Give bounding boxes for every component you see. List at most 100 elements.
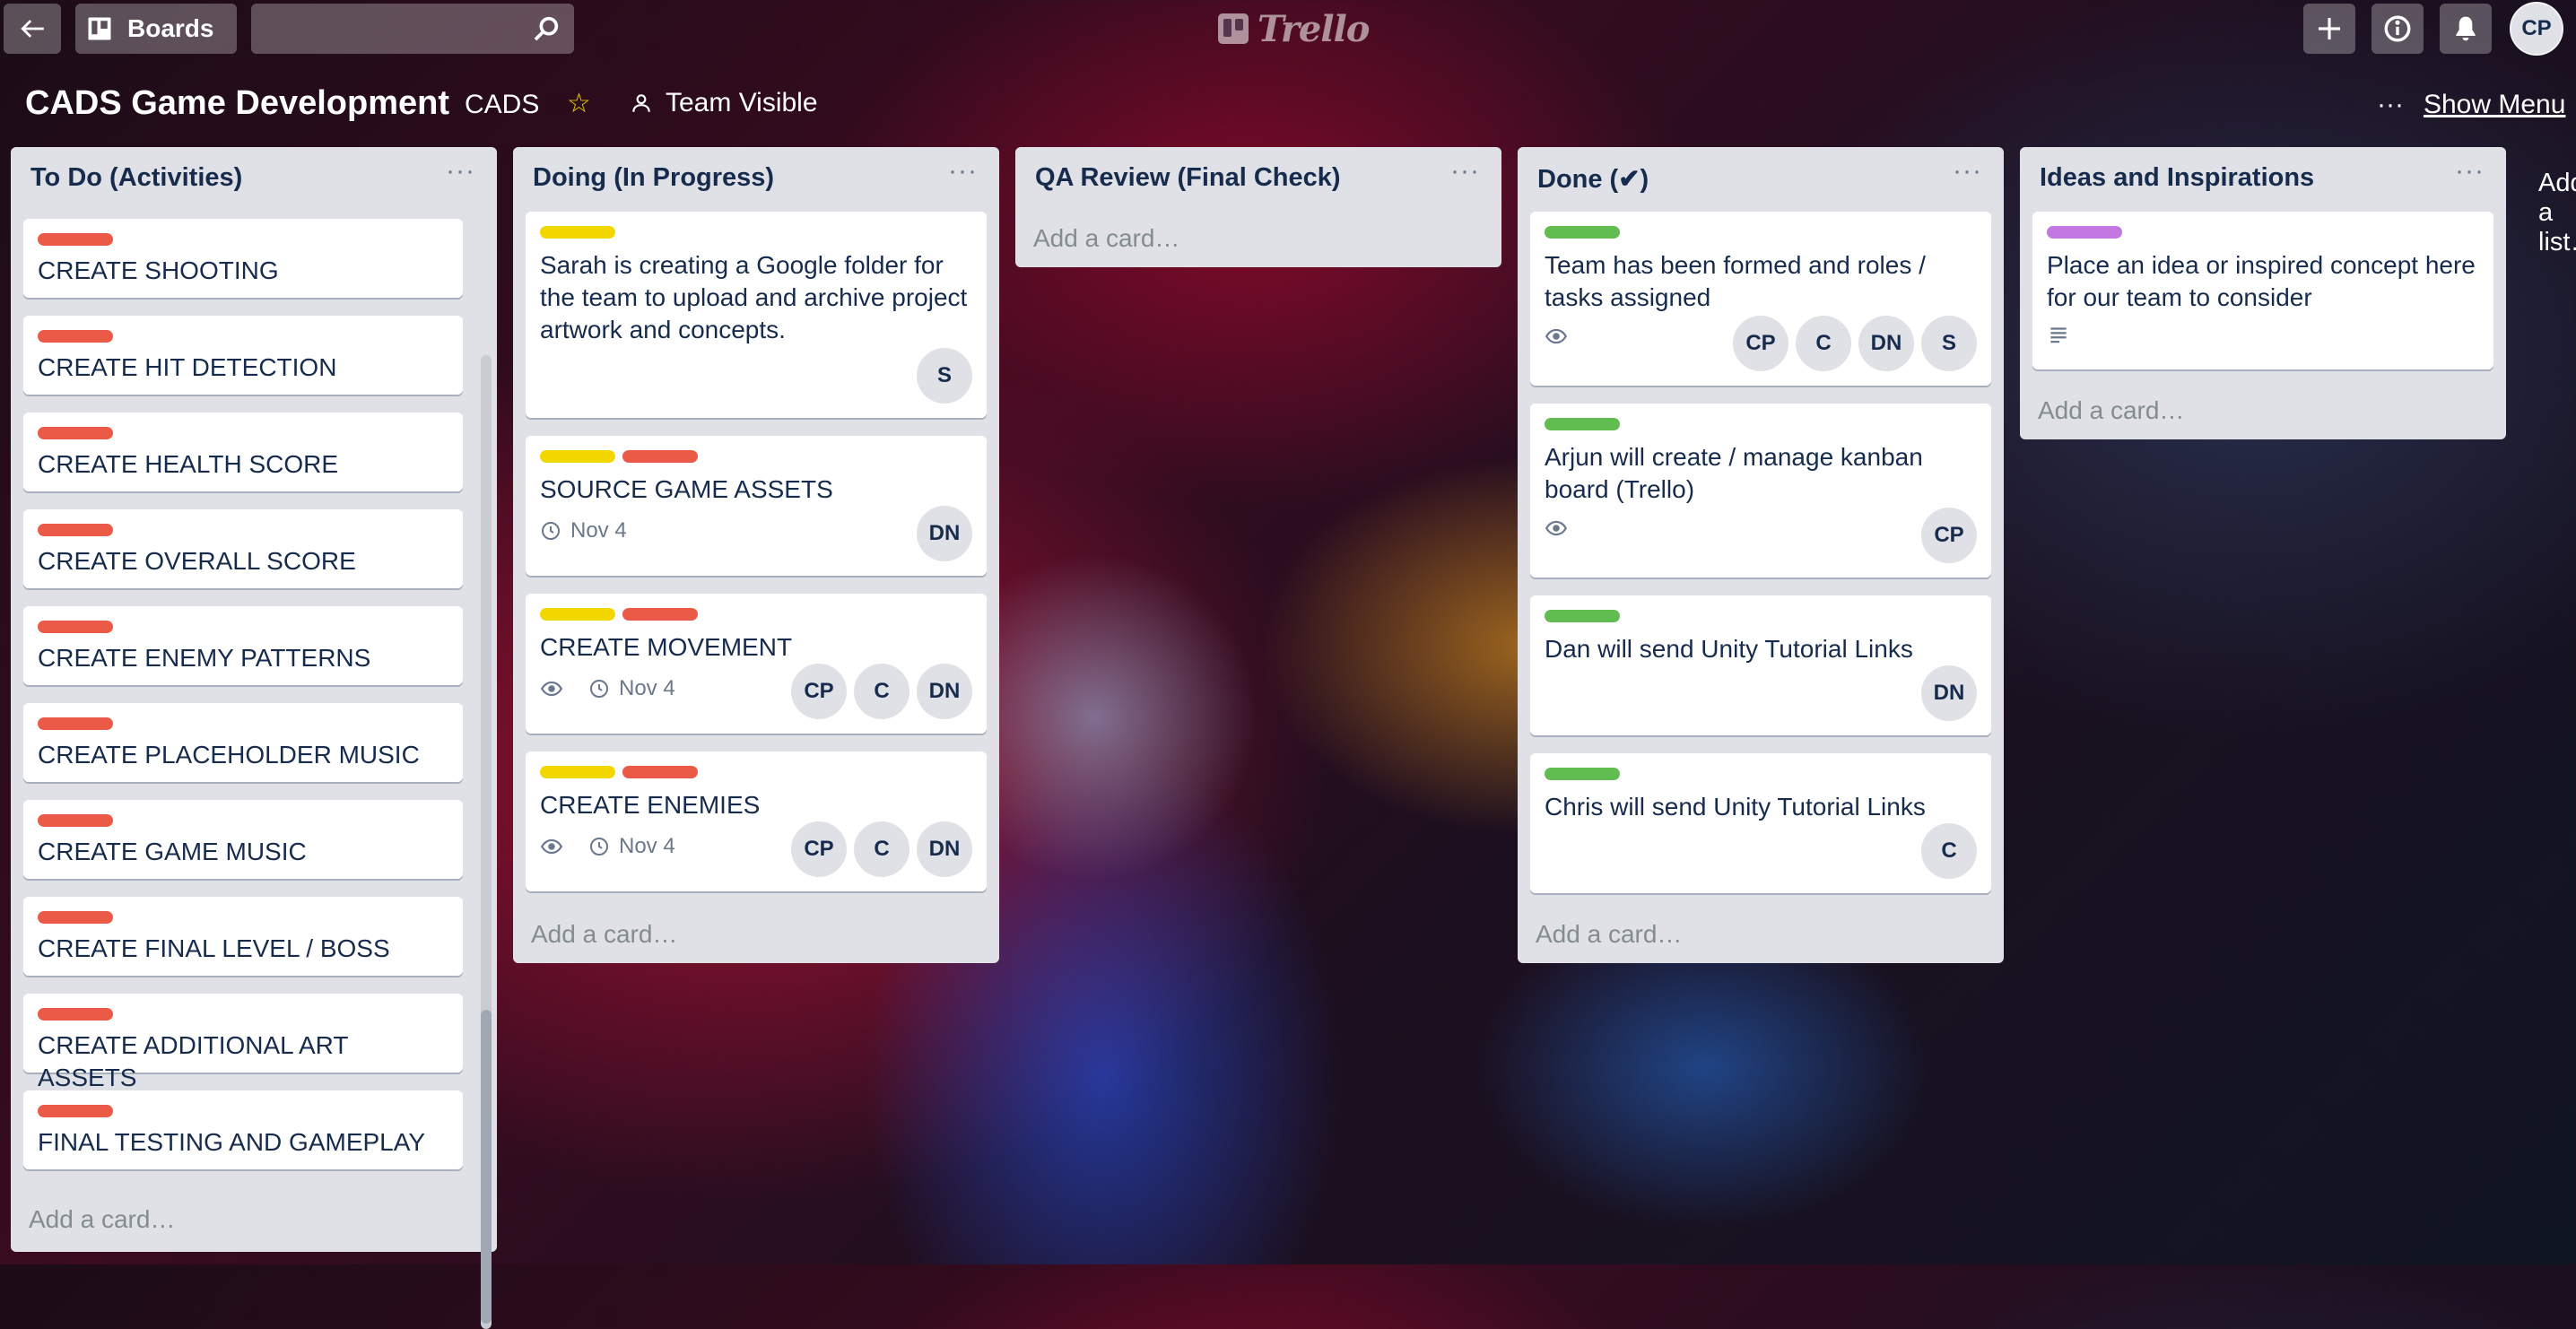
list-menu-icon[interactable]: ··· xyxy=(1953,156,1982,187)
card[interactable]: CREATE OVERALL SCORE xyxy=(23,509,463,588)
clock-icon xyxy=(542,522,560,540)
member-avatar[interactable]: CP xyxy=(791,821,847,877)
more-dots-icon: ··· xyxy=(2377,90,2404,119)
trello-logo-icon xyxy=(1218,13,1249,44)
list-menu-icon[interactable]: ··· xyxy=(1450,156,1480,187)
member-avatar[interactable]: C xyxy=(854,821,909,877)
list-header[interactable]: QA Review (Final Check) ··· xyxy=(1015,147,1501,208)
card[interactable]: CREATE GAME MUSIC xyxy=(23,800,463,879)
red-label xyxy=(38,911,113,924)
card[interactable]: CREATE MOVEMENT Nov 4 CP C DN xyxy=(526,594,987,734)
search-icon[interactable] xyxy=(531,13,561,44)
star-icon[interactable]: ☆ xyxy=(567,88,591,119)
member-avatar[interactable]: S xyxy=(917,348,972,404)
back-button[interactable] xyxy=(4,4,61,54)
add-card-button[interactable]: Add a card… xyxy=(531,920,677,949)
green-label xyxy=(1545,610,1620,622)
card-title: CREATE PLACEHOLDER MUSIC xyxy=(38,741,420,769)
list-title[interactable]: Ideas and Inspirations xyxy=(2040,163,2314,193)
list-menu-icon[interactable]: ··· xyxy=(2455,156,2485,187)
show-menu-link[interactable]: Show Menu xyxy=(2424,90,2565,120)
member-avatar[interactable]: CP xyxy=(1733,316,1788,371)
trello-logo[interactable]: Trello xyxy=(1218,5,1370,52)
info-button[interactable] xyxy=(2371,4,2424,54)
list-header[interactable]: To Do (Activities) ··· xyxy=(11,147,497,208)
show-menu[interactable]: ··· Show Menu xyxy=(2377,90,2565,120)
member-avatar[interactable]: CP xyxy=(791,664,847,719)
card[interactable]: Team has been formed and roles / tasks a… xyxy=(1530,212,1991,386)
card-members: CP xyxy=(1921,508,1977,563)
red-label xyxy=(38,814,113,827)
list-menu-icon[interactable]: ··· xyxy=(446,156,475,187)
description-icon xyxy=(2050,327,2067,343)
card[interactable]: CREATE ENEMIES Nov 4 CP C DN xyxy=(526,751,987,891)
card[interactable]: CREATE PLACEHOLDER MUSIC xyxy=(23,703,463,782)
red-label xyxy=(38,621,113,633)
search-input[interactable] xyxy=(262,11,517,48)
card[interactable]: CREATE HEALTH SCORE xyxy=(23,413,463,491)
add-card-button[interactable]: Add a card… xyxy=(2038,396,2184,425)
member-avatar[interactable]: DN xyxy=(1858,316,1914,371)
boards-label: Boards xyxy=(127,14,214,42)
list-title[interactable]: QA Review (Final Check) xyxy=(1035,163,1341,193)
card[interactable]: CREATE ENEMY PATTERNS xyxy=(23,606,463,685)
list-header[interactable]: Doing (In Progress) ··· xyxy=(513,147,999,208)
due-date-badge: Nov 4 xyxy=(540,518,627,543)
card[interactable]: Arjun will create / manage kanban board … xyxy=(1530,404,1991,578)
top-nav-bar: Boards Trello CP xyxy=(0,0,2576,57)
yellow-label xyxy=(540,766,615,778)
card-title: CREATE SHOOTING xyxy=(38,256,279,284)
card[interactable]: CREATE FINAL LEVEL / BOSS xyxy=(23,897,463,976)
member-avatar[interactable]: CP xyxy=(1921,508,1977,563)
add-card-button[interactable]: Add a card… xyxy=(29,1205,175,1234)
scrollbar-thumb[interactable] xyxy=(481,1010,492,1324)
back-arrow-icon xyxy=(21,20,44,38)
card-members: S xyxy=(917,348,972,404)
add-card-button[interactable]: Add a card… xyxy=(1033,224,1179,253)
member-avatar[interactable]: DN xyxy=(917,664,972,719)
card[interactable]: CREATE SHOOTING xyxy=(23,219,463,298)
card[interactable]: Sarah is creating a Google folder for th… xyxy=(526,212,987,418)
member-avatar[interactable]: DN xyxy=(917,821,972,877)
member-avatar[interactable]: DN xyxy=(917,506,972,561)
add-button[interactable] xyxy=(2303,4,2355,54)
red-label xyxy=(622,766,698,778)
card[interactable]: Chris will send Unity Tutorial Links C xyxy=(1530,753,1991,893)
list-title[interactable]: To Do (Activities) xyxy=(30,163,242,193)
card[interactable]: FINAL TESTING AND GAMEPLAY xyxy=(23,1090,463,1169)
search-box[interactable] xyxy=(251,4,574,54)
list-header[interactable]: Done (✔) ··· xyxy=(1518,147,2004,208)
card-title: CREATE HEALTH SCORE xyxy=(38,450,339,478)
card-title: CREATE ADDITIONAL ART ASSETS xyxy=(38,1031,348,1091)
card[interactable]: CREATE HIT DETECTION xyxy=(23,316,463,395)
list-title[interactable]: Doing (In Progress) xyxy=(533,163,774,193)
list-menu-icon[interactable]: ··· xyxy=(948,156,978,187)
board-visibility[interactable]: Team Visible xyxy=(630,88,818,118)
list-title[interactable]: Done (✔) xyxy=(1537,163,1649,195)
clock-icon xyxy=(590,680,608,698)
board-team-name[interactable]: CADS xyxy=(465,90,539,120)
card[interactable]: Place an idea or inspired concept here f… xyxy=(2032,212,2493,369)
card[interactable]: CREATE ADDITIONAL ART ASSETS xyxy=(23,994,463,1091)
red-label xyxy=(38,1008,113,1021)
member-avatar[interactable]: C xyxy=(854,664,909,719)
member-avatar[interactable]: C xyxy=(1921,823,1977,879)
red-label xyxy=(38,1105,113,1117)
list-scrollbar[interactable] xyxy=(481,355,492,1329)
add-card-button[interactable]: Add a card… xyxy=(1536,920,1682,949)
boards-icon xyxy=(88,17,111,40)
member-avatar[interactable]: C xyxy=(1796,316,1851,371)
notifications-button[interactable] xyxy=(2440,4,2492,54)
card[interactable]: SOURCE GAME ASSETS Nov 4 DN xyxy=(526,436,987,576)
boards-button[interactable]: Boards xyxy=(75,4,237,54)
member-avatar[interactable]: S xyxy=(1921,316,1977,371)
board-title[interactable]: CADS Game Development xyxy=(25,84,449,123)
user-avatar[interactable]: CP xyxy=(2510,2,2563,56)
card[interactable]: Dan will send Unity Tutorial Links DN xyxy=(1530,595,1991,735)
add-list-button[interactable]: Add a list… xyxy=(2538,169,2576,257)
yellow-label xyxy=(540,608,615,621)
member-avatar[interactable]: DN xyxy=(1921,665,1977,721)
red-label xyxy=(38,330,113,343)
card-title: Sarah is creating a Google folder for th… xyxy=(540,251,968,343)
list-header[interactable]: Ideas and Inspirations ··· xyxy=(2020,147,2506,208)
